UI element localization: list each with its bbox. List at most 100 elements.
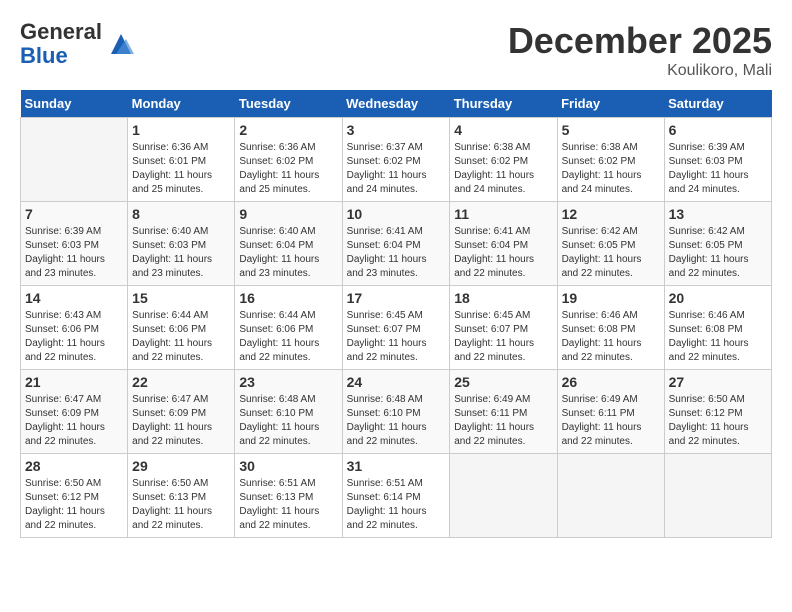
day-number: 15 [132,290,230,306]
day-cell: 8Sunrise: 6:40 AM Sunset: 6:03 PM Daylig… [128,202,235,286]
week-row: 28 Sunrise: 6:50 AM Sunset: 6:12 PM Dayli… [21,454,772,538]
day-info: Sunrise: 6:36 AM Sunset: 6:01 PM Dayligh… [132,141,230,197]
day-cell: 15 Sunrise: 6:44 AM Sunset: 6:06 PM Dayli… [128,286,235,370]
day-info: Sunrise: 6:42 AM Sunset: 6:05 PM Dayligh… [562,225,660,281]
day-number: 4 [454,122,552,138]
day-cell: 27 Sunrise: 6:50 AM Sunset: 6:12 PM Dayli… [664,370,771,454]
day-number: 26 [562,374,660,390]
weekday-header: Monday [128,90,235,118]
day-number: 5 [562,122,660,138]
day-info: Sunrise: 6:51 AM Sunset: 6:13 PM Dayligh… [239,477,337,533]
day-number: 10 [347,206,446,222]
day-cell: 9 Sunrise: 6:40 AM Sunset: 6:04 PM Daylig… [235,202,342,286]
day-number: 25 [454,374,552,390]
day-number: 20 [669,290,767,306]
day-number: 24 [347,374,446,390]
day-cell: 23 Sunrise: 6:48 AM Sunset: 6:10 PM Dayli… [235,370,342,454]
day-cell: 2 Sunrise: 6:36 AM Sunset: 6:02 PM Daylig… [235,118,342,202]
week-row: 7Sunrise: 6:39 AM Sunset: 6:03 PM Daylig… [21,202,772,286]
day-info: Sunrise: 6:38 AM Sunset: 6:02 PM Dayligh… [562,141,660,197]
day-info: Sunrise: 6:39 AM Sunset: 6:03 PM Dayligh… [669,141,767,197]
weekday-header: Friday [557,90,664,118]
day-cell: 6 Sunrise: 6:39 AM Sunset: 6:03 PM Daylig… [664,118,771,202]
day-cell: 24 Sunrise: 6:48 AM Sunset: 6:10 PM Dayli… [342,370,450,454]
day-number: 29 [132,458,230,474]
month-title: December 2025 [508,20,772,62]
day-cell: 20 Sunrise: 6:46 AM Sunset: 6:08 PM Dayli… [664,286,771,370]
calendar-table: SundayMondayTuesdayWednesdayThursdayFrid… [20,90,772,538]
logo-general: General [20,19,102,44]
day-cell: 3 Sunrise: 6:37 AM Sunset: 6:02 PM Daylig… [342,118,450,202]
day-number: 9 [239,206,337,222]
day-cell [557,454,664,538]
title-section: December 2025 Koulikoro, Mali [508,20,772,80]
day-number: 2 [239,122,337,138]
day-cell: 29 Sunrise: 6:50 AM Sunset: 6:13 PM Dayli… [128,454,235,538]
day-info: Sunrise: 6:48 AM Sunset: 6:10 PM Dayligh… [239,393,337,449]
day-info: Sunrise: 6:50 AM Sunset: 6:13 PM Dayligh… [132,477,230,533]
day-info: Sunrise: 6:44 AM Sunset: 6:06 PM Dayligh… [239,309,337,365]
day-cell: 17 Sunrise: 6:45 AM Sunset: 6:07 PM Dayli… [342,286,450,370]
logo-blue: Blue [20,43,68,68]
day-info: Sunrise: 6:50 AM Sunset: 6:12 PM Dayligh… [669,393,767,449]
day-number: 3 [347,122,446,138]
weekday-header-row: SundayMondayTuesdayWednesdayThursdayFrid… [21,90,772,118]
day-number: 18 [454,290,552,306]
weekday-header: Wednesday [342,90,450,118]
day-number: 16 [239,290,337,306]
day-number: 30 [239,458,337,474]
day-info: Sunrise: 6:45 AM Sunset: 6:07 PM Dayligh… [347,309,446,365]
day-cell: 5 Sunrise: 6:38 AM Sunset: 6:02 PM Daylig… [557,118,664,202]
day-cell: 10 Sunrise: 6:41 AM Sunset: 6:04 PM Dayli… [342,202,450,286]
weekday-header: Thursday [450,90,557,118]
page-header: General Blue December 2025 Koulikoro, Ma… [20,20,772,80]
day-cell: 1Sunrise: 6:36 AM Sunset: 6:01 PM Daylig… [128,118,235,202]
day-number: 22 [132,374,230,390]
day-info: Sunrise: 6:41 AM Sunset: 6:04 PM Dayligh… [347,225,446,281]
day-cell: 12 Sunrise: 6:42 AM Sunset: 6:05 PM Dayli… [557,202,664,286]
day-cell: 19Sunrise: 6:46 AM Sunset: 6:08 PM Dayli… [557,286,664,370]
day-info: Sunrise: 6:51 AM Sunset: 6:14 PM Dayligh… [347,477,446,533]
day-number: 12 [562,206,660,222]
day-info: Sunrise: 6:47 AM Sunset: 6:09 PM Dayligh… [132,393,230,449]
day-info: Sunrise: 6:36 AM Sunset: 6:02 PM Dayligh… [239,141,337,197]
weekday-header: Saturday [664,90,771,118]
day-number: 21 [25,374,123,390]
week-row: 21 Sunrise: 6:47 AM Sunset: 6:09 PM Dayli… [21,370,772,454]
day-number: 27 [669,374,767,390]
day-info: Sunrise: 6:47 AM Sunset: 6:09 PM Dayligh… [25,393,123,449]
day-number: 23 [239,374,337,390]
day-cell: 11Sunrise: 6:41 AM Sunset: 6:04 PM Dayli… [450,202,557,286]
day-cell: 13 Sunrise: 6:42 AM Sunset: 6:05 PM Dayli… [664,202,771,286]
week-row: 14Sunrise: 6:43 AM Sunset: 6:06 PM Dayli… [21,286,772,370]
day-info: Sunrise: 6:44 AM Sunset: 6:06 PM Dayligh… [132,309,230,365]
day-info: Sunrise: 6:50 AM Sunset: 6:12 PM Dayligh… [25,477,123,533]
day-number: 13 [669,206,767,222]
day-cell: 16 Sunrise: 6:44 AM Sunset: 6:06 PM Dayli… [235,286,342,370]
day-cell [450,454,557,538]
day-info: Sunrise: 6:37 AM Sunset: 6:02 PM Dayligh… [347,141,446,197]
day-cell: 25 Sunrise: 6:49 AM Sunset: 6:11 PM Dayli… [450,370,557,454]
weekday-header: Tuesday [235,90,342,118]
day-cell: 31 Sunrise: 6:51 AM Sunset: 6:14 PM Dayli… [342,454,450,538]
day-info: Sunrise: 6:45 AM Sunset: 6:07 PM Dayligh… [454,309,552,365]
day-info: Sunrise: 6:41 AM Sunset: 6:04 PM Dayligh… [454,225,552,281]
day-info: Sunrise: 6:48 AM Sunset: 6:10 PM Dayligh… [347,393,446,449]
day-info: Sunrise: 6:42 AM Sunset: 6:05 PM Dayligh… [669,225,767,281]
day-cell: 4Sunrise: 6:38 AM Sunset: 6:02 PM Daylig… [450,118,557,202]
day-info: Sunrise: 6:46 AM Sunset: 6:08 PM Dayligh… [669,309,767,365]
location: Koulikoro, Mali [508,62,772,80]
day-cell: 22 Sunrise: 6:47 AM Sunset: 6:09 PM Dayli… [128,370,235,454]
day-number: 31 [347,458,446,474]
day-info: Sunrise: 6:40 AM Sunset: 6:03 PM Dayligh… [132,225,230,281]
day-cell: 30 Sunrise: 6:51 AM Sunset: 6:13 PM Dayli… [235,454,342,538]
day-info: Sunrise: 6:49 AM Sunset: 6:11 PM Dayligh… [454,393,552,449]
day-cell: 14Sunrise: 6:43 AM Sunset: 6:06 PM Dayli… [21,286,128,370]
day-number: 14 [25,290,123,306]
day-number: 28 [25,458,123,474]
day-number: 17 [347,290,446,306]
day-info: Sunrise: 6:49 AM Sunset: 6:11 PM Dayligh… [562,393,660,449]
day-number: 6 [669,122,767,138]
day-info: Sunrise: 6:40 AM Sunset: 6:04 PM Dayligh… [239,225,337,281]
logo: General Blue [20,20,136,68]
